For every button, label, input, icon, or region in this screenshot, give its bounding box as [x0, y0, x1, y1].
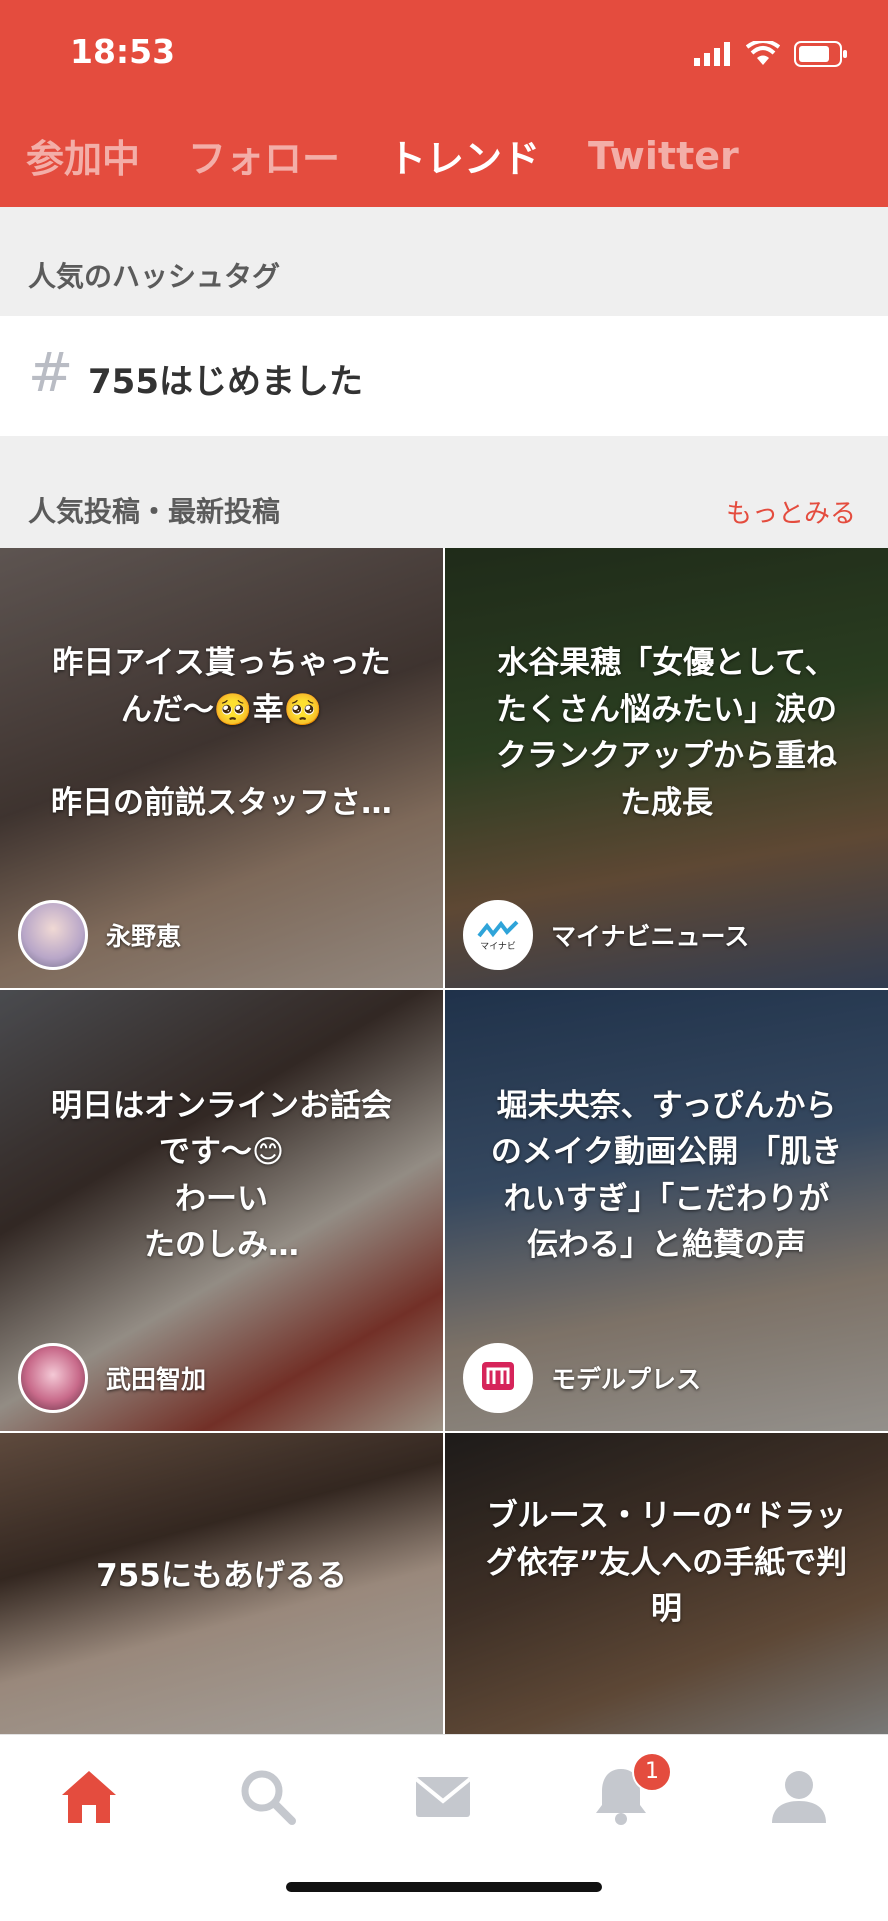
status-time: 18:53 [70, 32, 176, 71]
notification-badge: 1 [632, 1752, 672, 1792]
mail-icon[interactable] [408, 1761, 478, 1831]
post-author[interactable]: 武田智加 [18, 1343, 206, 1413]
hash-icon: # [28, 341, 74, 404]
bottom-tab-bar [0, 1734, 888, 1921]
post-card[interactable]: 堀未央奈、すっぴんから のメイク動画公開 「肌き れいすぎ」「こだわりが 伝わる… [445, 990, 888, 1431]
posts-section-header: 人気投稿・最新投稿 もっとみる [0, 436, 888, 548]
tab-trend[interactable]: トレンド [388, 128, 540, 183]
signal-icon [694, 42, 730, 66]
hashtag-label: 755はじめました [88, 362, 363, 402]
hashtag-section-header: 人気のハッシュタグ [0, 207, 888, 316]
posts-section-title: 人気投稿・最新投稿 [28, 495, 281, 528]
home-indicator [286, 1882, 602, 1892]
profile-icon[interactable] [764, 1761, 834, 1831]
author-name: 武田智加 [106, 1365, 207, 1394]
post-title: 明日はオンラインお話会 です〜😊 わーい たのしみ… [51, 1087, 392, 1264]
more-link[interactable]: もっとみる [726, 493, 856, 530]
post-author[interactable]: マイナビ マイナビニュース [463, 900, 749, 970]
post-title: 755にもあげるる [96, 1558, 347, 1594]
home-icon[interactable] [54, 1761, 124, 1831]
post-author[interactable]: モデルプレス [463, 1343, 701, 1413]
battery-icon [794, 41, 847, 67]
post-title: 水谷果穂「女優として、 たくさん悩みたい」涙の クランクアップから重ね た成長 [496, 645, 837, 821]
author-name: マイナビニュース [551, 922, 750, 951]
app-header: 18:53 参加中 フォロー トレンド Twitter [0, 0, 888, 207]
search-icon[interactable] [232, 1761, 302, 1831]
tab-participating[interactable]: 参加中 [26, 128, 140, 183]
post-card[interactable]: 明日はオンラインお話会 です〜😊 わーい たのしみ… 武田智加 [0, 990, 443, 1431]
wifi-icon [746, 41, 780, 65]
author-name: モデルプレス [551, 1365, 702, 1394]
post-title: ブルース・リーの“ドラッ グ依存”友人への手紙で判 明 [485, 1498, 848, 1627]
hashtag-item[interactable]: # 755はじめました [0, 316, 888, 436]
post-author[interactable]: 永野恵 [18, 900, 181, 970]
tab-twitter[interactable]: Twitter [588, 134, 739, 178]
post-title: 昨日アイス貰っちゃった んだ〜🥺幸🥺 昨日の前説スタッフさ… [51, 645, 392, 821]
modelpress-logo-icon [463, 1343, 533, 1413]
tab-follow[interactable]: フォロー [188, 128, 340, 183]
hashtag-section-title: 人気のハッシュタグ [28, 260, 281, 293]
svg-text:マイナビ: マイナビ [480, 941, 516, 952]
post-title: 堀未央奈、すっぴんから のメイク動画公開 「肌き れいすぎ」「こだわりが 伝わる… [490, 1087, 843, 1264]
avatar [18, 1343, 88, 1413]
post-card[interactable]: ブルース・リーの“ドラッ グ依存”友人への手紙で判 明 [445, 1433, 888, 1734]
post-card[interactable]: 水谷果穂「女優として、 たくさん悩みたい」涙の クランクアップから重ね た成長 … [445, 548, 888, 988]
status-icons [694, 40, 848, 68]
author-name: 永野恵 [106, 922, 182, 951]
avatar [18, 900, 88, 970]
mynavi-logo-icon: マイナビ [463, 900, 533, 970]
top-tabs: 参加中 フォロー トレンド Twitter [26, 128, 787, 183]
post-card[interactable]: 755にもあげるる [0, 1433, 443, 1734]
posts-grid: 昨日アイス貰っちゃった んだ〜🥺幸🥺 昨日の前説スタッフさ… 永野恵 水谷果穂「… [0, 548, 888, 1734]
post-card[interactable]: 昨日アイス貰っちゃった んだ〜🥺幸🥺 昨日の前説スタッフさ… 永野恵 [0, 548, 443, 988]
